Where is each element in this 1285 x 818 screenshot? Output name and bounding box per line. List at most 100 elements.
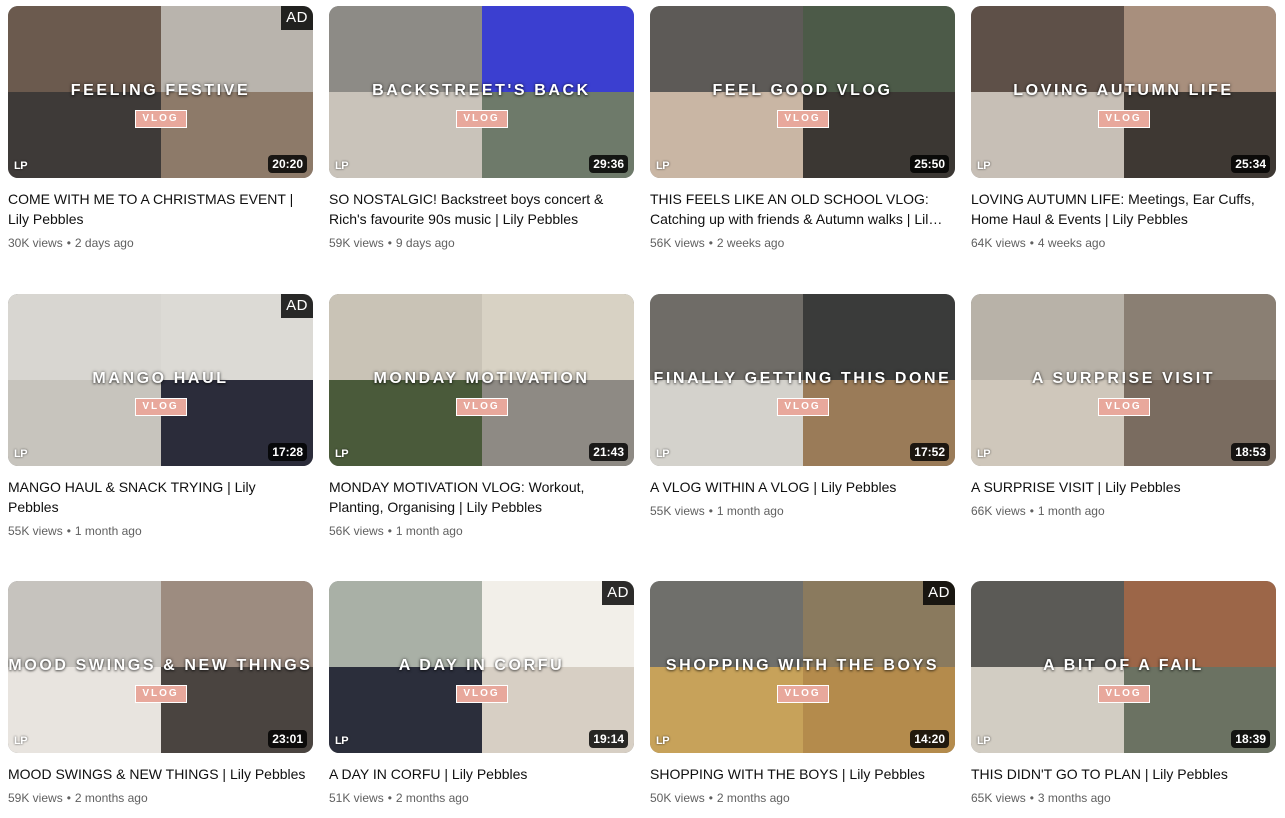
upload-age: 1 month ago	[74, 524, 142, 538]
video-thumbnail[interactable]: FEEL GOOD VLOG VLOG LP 25:50	[650, 6, 955, 178]
video-metadata: 66K views • 1 month ago	[971, 502, 1276, 520]
ad-badge: AD	[602, 581, 634, 605]
channel-logo-watermark: LP	[14, 160, 28, 172]
video-thumbnail[interactable]: SHOPPING WITH THE BOYS VLOG LP 14:20 AD	[650, 581, 955, 753]
channel-logo-watermark: LP	[335, 160, 349, 172]
separator-dot: •	[708, 791, 713, 805]
view-count: 59K views	[329, 236, 384, 250]
video-thumbnail[interactable]: MOOD SWINGS & NEW THINGS VLOG LP 23:01	[8, 581, 313, 753]
vlog-badge: VLOG	[1097, 398, 1150, 416]
video-thumbnail[interactable]: A DAY IN CORFU VLOG LP 19:14 AD	[329, 581, 634, 753]
thumbnail-overlay-title: A BIT OF A FAIL	[1043, 657, 1204, 674]
view-count: 56K views	[329, 524, 384, 538]
vlog-badge: VLOG	[455, 685, 508, 703]
separator-dot: •	[1029, 504, 1034, 518]
duration-badge: 23:01	[268, 730, 307, 748]
video-title[interactable]: MOOD SWINGS & NEW THINGS | Lily Pebbles	[8, 764, 313, 784]
channel-logo-watermark: LP	[335, 448, 349, 460]
video-metadata: 64K views • 4 weeks ago	[971, 234, 1276, 252]
thumbnail-image	[971, 667, 1124, 753]
video-thumbnail[interactable]: A BIT OF A FAIL VLOG LP 18:39	[971, 581, 1276, 753]
video-title[interactable]: SO NOSTALGIC! Backstreet boys concert & …	[329, 189, 634, 229]
video-card[interactable]: MOOD SWINGS & NEW THINGS VLOG LP 23:01 M…	[8, 581, 313, 807]
thumbnail-overlay-title: SHOPPING WITH THE BOYS	[665, 657, 940, 674]
thumbnail-overlay-title: MOOD SWINGS & NEW THINGS	[8, 657, 313, 674]
thumbnail-image	[1123, 581, 1276, 667]
vlog-badge: VLOG	[455, 110, 508, 128]
video-thumbnail[interactable]: BACKSTREET'S BACK VLOG LP 29:36	[329, 6, 634, 178]
video-metadata: 55K views • 1 month ago	[8, 522, 313, 540]
duration-badge: 18:39	[1231, 730, 1270, 748]
view-count: 59K views	[8, 791, 63, 805]
thumbnail-overlay-title: MANGO HAUL	[92, 370, 229, 387]
view-count: 50K views	[650, 791, 705, 805]
view-count: 66K views	[971, 504, 1026, 518]
video-card[interactable]: A DAY IN CORFU VLOG LP 19:14 AD A DAY IN…	[329, 581, 634, 807]
video-card[interactable]: MANGO HAUL VLOG LP 17:28 AD MANGO HAUL &…	[8, 294, 313, 540]
upload-age: 4 weeks ago	[1037, 236, 1106, 250]
video-metadata: 65K views • 3 months ago	[971, 789, 1276, 807]
video-card[interactable]: A SURPRISE VISIT VLOG LP 18:53 A SURPRIS…	[971, 294, 1276, 520]
video-thumbnail[interactable]: MANGO HAUL VLOG LP 17:28 AD	[8, 294, 313, 466]
video-card[interactable]: FEEL GOOD VLOG VLOG LP 25:50 THIS FEELS …	[650, 6, 955, 252]
duration-badge: 18:53	[1231, 443, 1270, 461]
vlog-badge: VLOG	[134, 110, 187, 128]
upload-age: 1 month ago	[716, 504, 784, 518]
video-thumbnail[interactable]: FINALLY GETTING THIS DONE VLOG LP 17:52	[650, 294, 955, 466]
video-title[interactable]: SHOPPING WITH THE BOYS | Lily Pebbles	[650, 764, 955, 784]
ad-badge: AD	[923, 581, 955, 605]
duration-badge: 21:43	[589, 443, 628, 461]
video-card[interactable]: FEELING FESTIVE VLOG LP 20:20 AD COME WI…	[8, 6, 313, 252]
video-title[interactable]: A DAY IN CORFU | Lily Pebbles	[329, 764, 634, 784]
view-count: 51K views	[329, 791, 384, 805]
video-thumbnail[interactable]: MONDAY MOTIVATION VLOG LP 21:43	[329, 294, 634, 466]
duration-badge: 14:20	[910, 730, 949, 748]
thumbnail-image	[329, 294, 482, 380]
video-title[interactable]: MONDAY MOTIVATION VLOG: Workout, Plantin…	[329, 477, 634, 517]
video-thumbnail[interactable]: LOVING AUTUMN LIFE VLOG LP 25:34	[971, 6, 1276, 178]
thumbnail-image	[8, 667, 161, 753]
video-card[interactable]: A BIT OF A FAIL VLOG LP 18:39 THIS DIDN'…	[971, 581, 1276, 807]
thumbnail-image	[650, 6, 803, 92]
view-count: 56K views	[650, 236, 705, 250]
channel-logo-watermark: LP	[977, 160, 991, 172]
video-title[interactable]: COME WITH ME TO A CHRISTMAS EVENT | Lily…	[8, 189, 313, 229]
duration-badge: 25:50	[910, 155, 949, 173]
thumbnail-image	[329, 380, 482, 466]
view-count: 64K views	[971, 236, 1026, 250]
view-count: 65K views	[971, 791, 1026, 805]
video-card[interactable]: FINALLY GETTING THIS DONE VLOG LP 17:52 …	[650, 294, 955, 520]
separator-dot: •	[1029, 236, 1034, 250]
thumbnail-overlay-title: MONDAY MOTIVATION	[373, 370, 590, 387]
video-card[interactable]: BACKSTREET'S BACK VLOG LP 29:36 SO NOSTA…	[329, 6, 634, 252]
thumbnail-image	[650, 581, 803, 667]
video-card[interactable]: LOVING AUTUMN LIFE VLOG LP 25:34 LOVING …	[971, 6, 1276, 252]
upload-age: 9 days ago	[395, 236, 455, 250]
video-metadata: 56K views • 2 weeks ago	[650, 234, 955, 252]
video-title[interactable]: A SURPRISE VISIT | Lily Pebbles	[971, 477, 1276, 497]
thumbnail-image	[329, 92, 482, 178]
thumbnail-image	[8, 92, 161, 178]
separator-dot: •	[66, 524, 71, 538]
thumbnail-overlay-title: FINALLY GETTING THIS DONE	[653, 370, 952, 387]
thumbnail-image	[1123, 6, 1276, 92]
upload-age: 2 days ago	[74, 236, 134, 250]
video-title[interactable]: LOVING AUTUMN LIFE: Meetings, Ear Cuffs,…	[971, 189, 1276, 229]
video-title[interactable]: MANGO HAUL & SNACK TRYING | Lily Pebbles	[8, 477, 313, 517]
vlog-badge: VLOG	[455, 398, 508, 416]
video-title[interactable]: THIS FEELS LIKE AN OLD SCHOOL VLOG: Catc…	[650, 189, 955, 229]
upload-age: 2 months ago	[716, 791, 790, 805]
upload-age: 2 months ago	[395, 791, 469, 805]
thumbnail-image	[1123, 294, 1276, 380]
video-title[interactable]: THIS DIDN'T GO TO PLAN | Lily Pebbles	[971, 764, 1276, 784]
video-thumbnail[interactable]: A SURPRISE VISIT VLOG LP 18:53	[971, 294, 1276, 466]
video-title[interactable]: A VLOG WITHIN A VLOG | Lily Pebbles	[650, 477, 955, 497]
separator-dot: •	[66, 236, 71, 250]
video-thumbnail[interactable]: FEELING FESTIVE VLOG LP 20:20 AD	[8, 6, 313, 178]
video-card[interactable]: SHOPPING WITH THE BOYS VLOG LP 14:20 AD …	[650, 581, 955, 807]
video-card[interactable]: MONDAY MOTIVATION VLOG LP 21:43 MONDAY M…	[329, 294, 634, 540]
separator-dot: •	[387, 791, 392, 805]
video-metadata: 55K views • 1 month ago	[650, 502, 955, 520]
separator-dot: •	[66, 791, 71, 805]
duration-badge: 20:20	[268, 155, 307, 173]
